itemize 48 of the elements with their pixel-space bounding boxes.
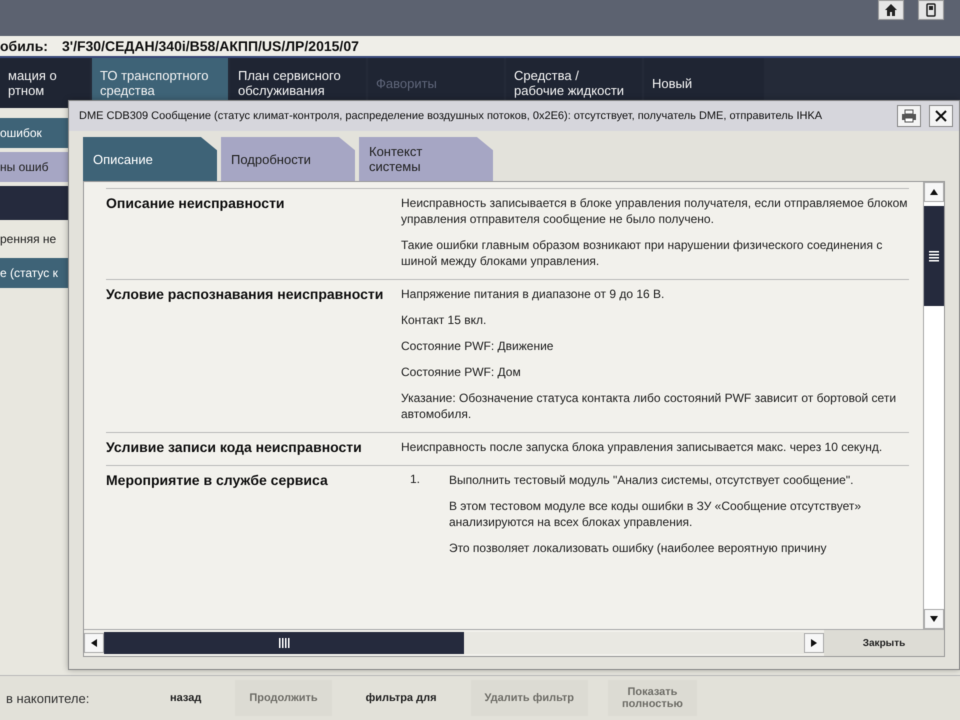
close-icon — [934, 109, 948, 123]
scroll-left-button[interactable] — [84, 633, 104, 653]
home-button[interactable] — [878, 0, 904, 20]
row-text: В этом тестовом модуле все коды ошибки в ЗУ «Сообщение отсутствует» анализируются на всех блоках управления. — [448, 498, 862, 530]
footer-button[interactable]: назад — [156, 680, 216, 716]
row-text: Состояние PWF: Движение — [401, 338, 554, 354]
row-text: Выполнить тестовый модуль "Анализ системы, отсутствует сообщение". — [448, 472, 854, 488]
print-button[interactable] — [897, 105, 921, 127]
row-text: Неисправность после запуска блока управления записывается макс. через 10 секунд. — [401, 439, 882, 455]
grip-icon — [278, 637, 290, 649]
step-number: 1. — [408, 472, 421, 488]
row-text: Такие ошибки главным образом возникают при нарушении физического соединения с шиной между блоками управления. — [401, 237, 884, 269]
row-label: Мероприятие в службе сервиса — [106, 472, 329, 490]
row-text: Указание: Обозначение статуса контакта либо состояний PWF зависит от бортовой сети автомобиля. — [401, 390, 898, 422]
device-icon — [924, 3, 938, 17]
down-arrow-icon — [929, 614, 939, 624]
home-icon — [884, 3, 898, 17]
row-text: Состояние PWF: Дом — [401, 364, 522, 380]
footer-button[interactable]: фильтра для — [352, 680, 450, 716]
vehicle-label: обиль: — [0, 38, 48, 54]
vertical-scrollbar[interactable] — [923, 182, 944, 629]
left-arrow-icon — [89, 638, 99, 648]
grip-icon — [928, 250, 940, 262]
nav-tab[interactable]: мация о ртном — [0, 58, 90, 108]
dialog-tab[interactable]: Контекст системы — [359, 137, 493, 181]
row-text: Напряжение питания в диапазоне от 9 до 16 В. — [401, 286, 666, 302]
vehicle-value: 3'/F30/СЕДАН/340i/B58/АКПП/US/ЛР/2015/07 — [62, 38, 359, 54]
close-button[interactable] — [929, 105, 953, 127]
close-text-button[interactable]: Закрыть — [824, 630, 944, 656]
horizontal-scrollbar[interactable] — [104, 632, 804, 654]
scroll-thumb[interactable] — [924, 206, 944, 306]
up-arrow-icon — [929, 187, 939, 197]
scroll-down-button[interactable] — [924, 609, 944, 629]
device-button[interactable] — [918, 0, 944, 20]
row-label: Условие распознавания неисправности — [106, 286, 384, 304]
dialog-tab[interactable]: Описание — [83, 137, 217, 181]
dialog-tab[interactable]: Подробности — [221, 137, 355, 181]
row-text: Контакт 15 вкл. — [401, 312, 488, 328]
row-text: Это позволяет локализовать ошибку (наиболее вероятную причину — [448, 540, 828, 556]
scroll-thumb[interactable] — [104, 632, 464, 654]
right-arrow-icon — [809, 638, 819, 648]
scroll-right-button[interactable] — [804, 633, 824, 653]
row-text: Неисправность записывается в блоке управления получателя, если отправляемое блоком управления отправителя сообщение не было получено. — [401, 195, 909, 227]
footer-label: в накопителе: — [6, 690, 90, 706]
printer-icon — [901, 109, 917, 123]
row-label: Описание неисправности — [106, 195, 286, 213]
scroll-up-button[interactable] — [924, 182, 944, 202]
row-label: Усливие записи кода неисправности — [106, 439, 363, 455]
